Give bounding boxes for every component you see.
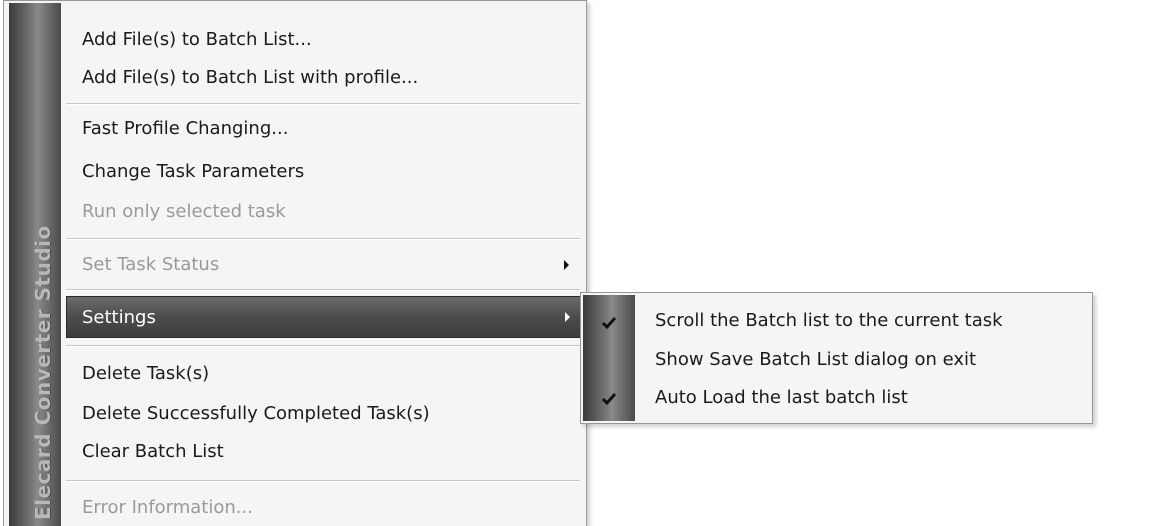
chevron-right-icon (565, 312, 570, 322)
checkmark-icon (599, 313, 619, 333)
settings-submenu: Scroll the Batch list to the current tas… (580, 292, 1093, 424)
menu-separator (66, 480, 580, 482)
menu-brand-sidebar: Elecard Converter Studio (9, 3, 61, 526)
menu-separator (66, 238, 580, 240)
submenu-item-scroll-to-current-task[interactable]: Scroll the Batch list to the current tas… (655, 303, 1003, 339)
context-menu: Elecard Converter Studio Add File(s) to … (3, 0, 587, 526)
menu-item-error-information[interactable]: Error Information... (82, 491, 253, 525)
menu-item-delete-tasks[interactable]: Delete Task(s) (82, 357, 209, 391)
screen: Elecard Converter Studio Add File(s) to … (0, 0, 1160, 526)
menu-item-settings-label: Settings (82, 307, 156, 328)
submenu-item-show-save-dialog-on-exit[interactable]: Show Save Batch List dialog on exit (655, 342, 976, 378)
menu-separator (66, 345, 580, 347)
menu-item-add-files-with-profile[interactable]: Add File(s) to Batch List with profile..… (82, 61, 418, 95)
menu-item-change-task-parameters[interactable]: Change Task Parameters (82, 155, 304, 189)
submenu-sidebar (583, 295, 635, 421)
menu-item-delete-completed-tasks[interactable]: Delete Successfully Completed Task(s) (82, 397, 430, 431)
submenu-item-auto-load-last-batch[interactable]: Auto Load the last batch list (655, 380, 908, 416)
menu-item-fast-profile-changing[interactable]: Fast Profile Changing... (82, 112, 288, 146)
menu-item-set-task-status[interactable]: Set Task Status (82, 248, 219, 282)
menu-item-add-files[interactable]: Add File(s) to Batch List... (82, 23, 312, 57)
menu-item-settings[interactable]: Settings (66, 296, 582, 338)
brand-label: Elecard Converter Studio (31, 225, 55, 520)
menu-item-clear-batch-list[interactable]: Clear Batch List (82, 435, 224, 469)
menu-separator (66, 289, 580, 291)
menu-item-run-only-selected-task[interactable]: Run only selected task (82, 195, 286, 229)
chevron-right-icon (564, 260, 569, 270)
menu-separator (66, 103, 580, 105)
checkmark-icon (599, 389, 619, 409)
